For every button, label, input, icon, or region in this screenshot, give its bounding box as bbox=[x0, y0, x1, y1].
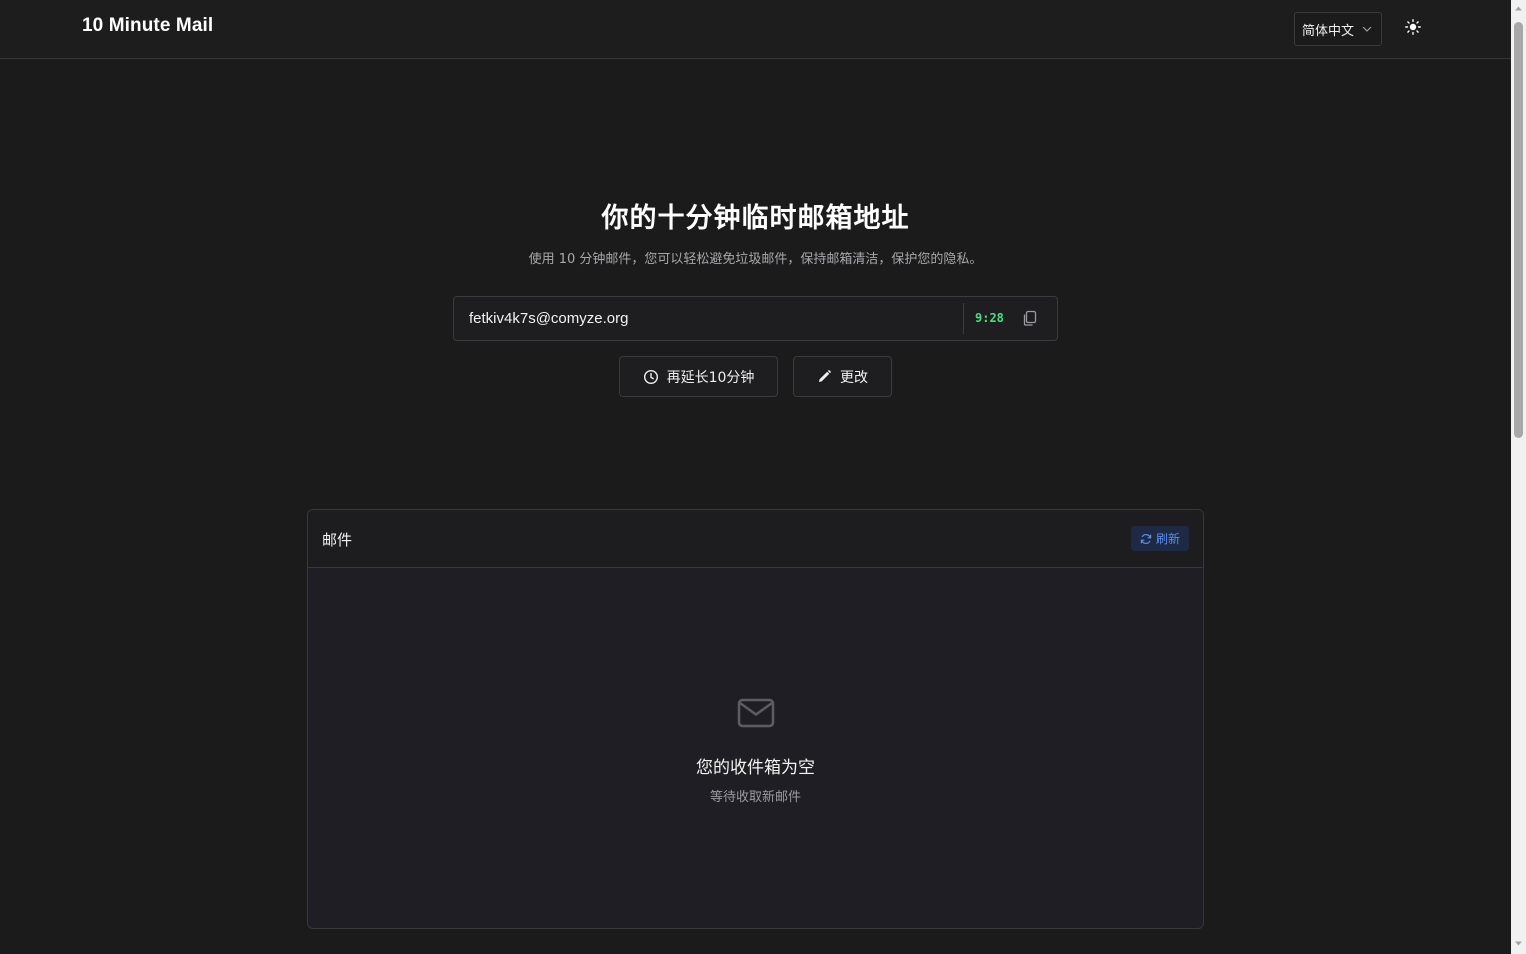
envelope-icon bbox=[737, 698, 775, 728]
refresh-label: 刷新 bbox=[1155, 532, 1180, 546]
countdown-timer: 9:28 bbox=[975, 311, 1004, 325]
empty-inbox-title: 您的收件箱为空 bbox=[696, 758, 815, 778]
clock-icon bbox=[643, 369, 658, 384]
refresh-button[interactable]: 刷新 bbox=[1130, 526, 1189, 551]
language-select[interactable]: 简体中文 bbox=[1294, 12, 1382, 46]
top-nav: 10 Minute Mail 简体中文 bbox=[0, 0, 1511, 59]
copy-icon bbox=[1023, 310, 1037, 326]
scroll-up-arrow-icon[interactable] bbox=[1514, 4, 1523, 13]
chevron-down-icon bbox=[1362, 26, 1372, 32]
copy-button[interactable] bbox=[1020, 308, 1040, 328]
inbox-header: 邮件 刷新 bbox=[308, 510, 1203, 568]
sun-icon bbox=[1405, 19, 1421, 35]
extend-time-label: 再延长10分钟 bbox=[666, 369, 755, 386]
empty-inbox-subtitle: 等待收取新邮件 bbox=[709, 790, 801, 805]
brand-logo[interactable]: 10 Minute Mail bbox=[82, 15, 213, 37]
change-address-button[interactable]: 更改 bbox=[793, 356, 892, 397]
page: 10 Minute Mail 简体中文 你的十分钟临时邮箱地址 使用 10 分钟… bbox=[0, 0, 1511, 954]
page-title: 你的十分钟临时邮箱地址 bbox=[601, 203, 910, 234]
vertical-scrollbar[interactable] bbox=[1511, 0, 1526, 954]
inbox-title: 邮件 bbox=[322, 531, 353, 549]
inbox-panel: 邮件 刷新 您的收件箱为空 等待收取新邮件 bbox=[307, 509, 1204, 929]
theme-toggle-button[interactable] bbox=[1403, 17, 1423, 37]
pencil-icon bbox=[819, 369, 832, 382]
extend-time-button[interactable]: 再延长10分钟 bbox=[619, 356, 778, 397]
refresh-icon bbox=[1140, 533, 1152, 544]
page-subtitle: 使用 10 分钟邮件，您可以轻松避免垃圾邮件，保持邮箱清洁，保护您的隐私。 bbox=[528, 252, 983, 267]
scrollbar-thumb[interactable] bbox=[1514, 22, 1523, 438]
email-address-field[interactable]: fetkiv4k7s@comyze.org 9:28 bbox=[453, 296, 1058, 341]
language-select-value: 简体中文 bbox=[1302, 23, 1355, 39]
email-address-value[interactable]: fetkiv4k7s@comyze.org bbox=[469, 310, 628, 327]
divider bbox=[963, 303, 964, 334]
change-address-label: 更改 bbox=[840, 369, 868, 386]
scroll-down-arrow-icon[interactable] bbox=[1514, 939, 1523, 948]
